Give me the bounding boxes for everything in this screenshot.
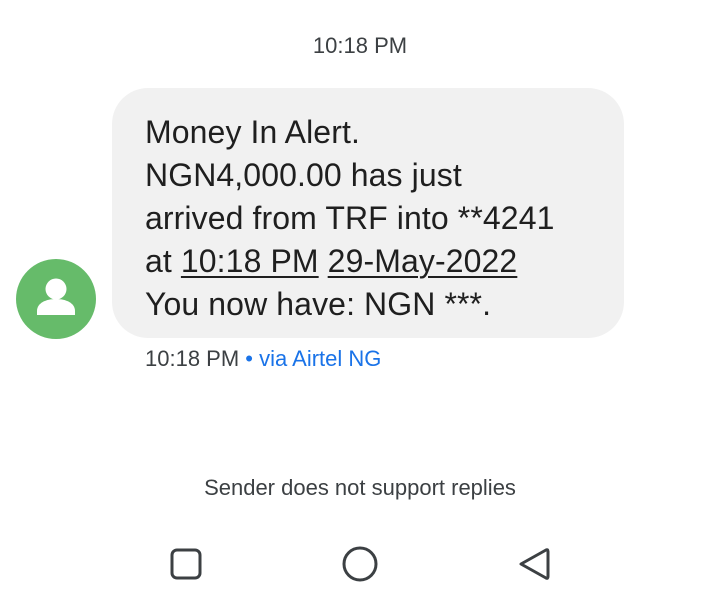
square-icon bbox=[170, 548, 202, 580]
conversation-timestamp: 10:18 PM bbox=[312, 33, 408, 58]
message-time-link[interactable]: 10:18 PM bbox=[181, 243, 319, 279]
message-date-link[interactable]: 29-May-2022 bbox=[328, 243, 518, 279]
message-line-4: at 10:18 PM 29-May-2022 bbox=[145, 240, 604, 283]
home-button[interactable] bbox=[336, 540, 384, 588]
message-line-1: Money In Alert. bbox=[145, 114, 360, 150]
person-icon bbox=[37, 278, 75, 315]
message-line-2: NGN4,000.00 has just bbox=[145, 157, 462, 193]
recents-button[interactable] bbox=[162, 540, 210, 588]
message-sent-time: 10:18 PM bbox=[145, 346, 240, 371]
message-bubble[interactable]: Money In Alert. NGN4,000.00 has just arr… bbox=[112, 88, 624, 338]
sender-avatar[interactable] bbox=[16, 259, 96, 339]
message-meta: 10:18 PM • via Airtel NG bbox=[145, 346, 381, 372]
message-via-carrier: via Airtel NG bbox=[259, 346, 382, 371]
triangle-back-icon bbox=[519, 548, 550, 580]
message-line-3: arrived from TRF into **4241 bbox=[145, 200, 555, 236]
back-button[interactable] bbox=[510, 540, 558, 588]
circle-icon bbox=[342, 546, 378, 582]
via-separator: • bbox=[245, 346, 253, 371]
no-reply-notice: Sender does not support replies bbox=[204, 475, 516, 500]
message-line-5: You now have: NGN ***. bbox=[145, 286, 492, 322]
message-line-4-prefix: at bbox=[145, 243, 172, 279]
system-navigation-bar bbox=[0, 540, 720, 588]
